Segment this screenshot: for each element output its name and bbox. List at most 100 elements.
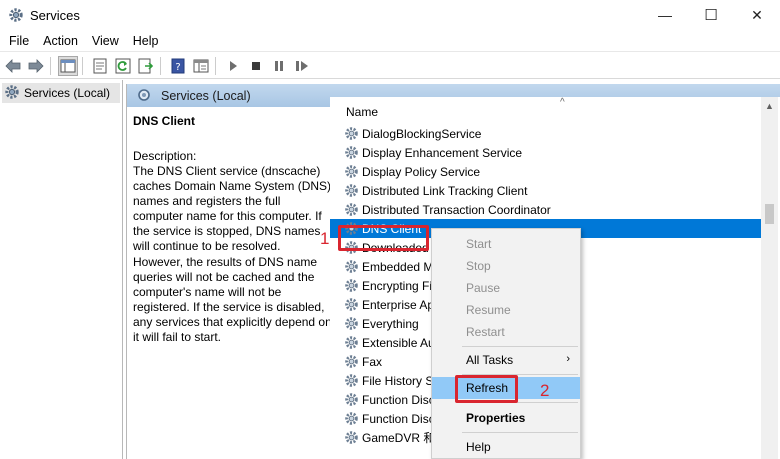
annotation-box-dns-client bbox=[338, 225, 429, 251]
annotation-step-2: 2 bbox=[540, 381, 550, 400]
service-row[interactable]: Distributed Transaction Coordinator bbox=[343, 200, 551, 219]
maximize-icon: ☐ bbox=[704, 7, 718, 24]
svg-text:?: ? bbox=[175, 62, 180, 73]
service-row[interactable]: GameDVR 和 bbox=[343, 428, 435, 447]
service-gear-icon bbox=[343, 126, 359, 142]
submenu-arrow-icon: › bbox=[566, 353, 570, 365]
restart-service-icon[interactable] bbox=[292, 56, 312, 76]
service-gear-icon bbox=[343, 202, 359, 218]
service-row[interactable]: Function Disc bbox=[343, 409, 435, 428]
menu-file[interactable]: File bbox=[0, 34, 36, 48]
selected-service-title: DNS Client bbox=[133, 114, 196, 128]
minimize-button[interactable]: — bbox=[642, 0, 688, 30]
menu-item-all-tasks-label: All Tasks bbox=[466, 353, 514, 367]
menu-item-restart[interactable]: Restart bbox=[432, 321, 580, 343]
help-icon[interactable]: ? bbox=[168, 56, 188, 76]
service-row[interactable]: Enterprise Ap bbox=[343, 295, 434, 314]
service-gear-icon bbox=[343, 183, 359, 199]
menu-separator bbox=[462, 346, 578, 347]
menu-view[interactable]: View bbox=[85, 34, 126, 48]
service-name: Function Disc bbox=[362, 392, 435, 407]
service-name: GameDVR 和 bbox=[362, 431, 436, 445]
pane-header-title: Services (Local) bbox=[161, 88, 251, 103]
maximize-button[interactable]: ☐ bbox=[688, 0, 734, 30]
gear-icon bbox=[8, 7, 24, 23]
column-header-label: Name bbox=[346, 105, 379, 119]
column-header-name[interactable]: ^ Name bbox=[330, 97, 761, 123]
extended-view-icon[interactable] bbox=[191, 56, 211, 76]
service-row[interactable]: File History Se bbox=[343, 371, 440, 390]
service-gear-icon bbox=[343, 297, 359, 313]
stop-service-icon[interactable] bbox=[246, 56, 266, 76]
toolbar: ? bbox=[0, 53, 780, 79]
service-name: DialogBlockingService bbox=[362, 126, 482, 141]
menu-bar: File Action View Help bbox=[0, 30, 780, 52]
search-gear-icon bbox=[137, 88, 153, 104]
service-row[interactable]: Display Enhancement Service bbox=[343, 143, 522, 162]
service-name: Display Policy Service bbox=[362, 164, 481, 179]
gear-icon bbox=[4, 84, 20, 103]
menu-item-start[interactable]: Start bbox=[432, 233, 580, 255]
close-button[interactable]: ✕ bbox=[734, 0, 780, 30]
service-row[interactable]: DialogBlockingService bbox=[343, 124, 481, 143]
menu-item-pause[interactable]: Pause bbox=[432, 277, 580, 299]
service-gear-icon bbox=[343, 164, 359, 180]
service-name: File History Se bbox=[362, 373, 441, 388]
sort-ascending-icon: ^ bbox=[560, 97, 565, 108]
menu-action[interactable]: Action bbox=[36, 34, 85, 48]
description-heading: Description: bbox=[133, 149, 197, 163]
menu-item-help[interactable]: Help bbox=[432, 436, 580, 458]
toolbar-separator bbox=[160, 56, 161, 75]
service-row[interactable]: Encrypting Fi bbox=[343, 276, 432, 295]
service-name: Extensible Au bbox=[362, 335, 435, 350]
refresh-icon[interactable] bbox=[113, 56, 133, 76]
back-icon[interactable] bbox=[3, 56, 23, 76]
service-gear-icon bbox=[343, 316, 359, 332]
minimize-icon: — bbox=[658, 7, 672, 23]
service-row[interactable]: Embedded M bbox=[343, 257, 433, 276]
menu-item-all-tasks[interactable]: All Tasks › bbox=[432, 349, 580, 371]
window-title: Services bbox=[30, 7, 80, 23]
service-name: Distributed Link Tracking Client bbox=[362, 183, 528, 198]
start-service-icon[interactable] bbox=[223, 56, 243, 76]
menu-item-properties[interactable]: Properties bbox=[432, 407, 580, 429]
description-text: The DNS Client service (dnscache) caches… bbox=[133, 164, 332, 345]
service-name: Display Enhancement Service bbox=[362, 145, 523, 160]
tree-item-services-local[interactable]: Services (Local) bbox=[2, 83, 120, 103]
service-gear-icon bbox=[343, 354, 359, 370]
service-row[interactable]: Function Disc bbox=[343, 390, 435, 409]
service-row[interactable]: Fax bbox=[343, 352, 382, 371]
service-row[interactable]: Display Policy Service bbox=[343, 162, 480, 181]
show-console-tree-icon[interactable] bbox=[58, 55, 78, 76]
service-name: Function Disc bbox=[362, 411, 435, 426]
service-gear-icon bbox=[343, 430, 359, 446]
service-row[interactable]: Distributed Link Tracking Client bbox=[343, 181, 527, 200]
vertical-scrollbar[interactable]: ▲ bbox=[761, 97, 778, 459]
service-gear-icon bbox=[343, 392, 359, 408]
export-list-icon[interactable] bbox=[136, 56, 156, 76]
context-menu: Start Stop Pause Resume Restart All Task… bbox=[431, 228, 581, 459]
service-row[interactable]: Extensible Au bbox=[343, 333, 435, 352]
pause-service-icon[interactable] bbox=[269, 56, 289, 76]
service-name: Everything bbox=[362, 316, 419, 331]
annotation-step-1: 1 bbox=[320, 229, 330, 248]
toolbar-separator bbox=[215, 56, 216, 75]
menu-help[interactable]: Help bbox=[126, 34, 166, 48]
service-gear-icon bbox=[343, 335, 359, 351]
scroll-up-arrow-icon[interactable]: ▲ bbox=[765, 101, 774, 111]
properties-icon[interactable] bbox=[90, 56, 110, 76]
service-gear-icon bbox=[343, 278, 359, 294]
toolbar-separator bbox=[82, 56, 83, 75]
scrollbar-thumb[interactable] bbox=[765, 204, 774, 224]
close-icon: ✕ bbox=[751, 6, 763, 23]
toolbar-separator bbox=[50, 56, 51, 75]
menu-item-resume[interactable]: Resume bbox=[432, 299, 580, 321]
service-gear-icon bbox=[343, 411, 359, 427]
service-gear-icon bbox=[343, 145, 359, 161]
service-name: Distributed Transaction Coordinator bbox=[362, 202, 551, 217]
forward-icon[interactable] bbox=[26, 56, 46, 76]
service-name: Fax bbox=[362, 354, 383, 369]
menu-item-stop[interactable]: Stop bbox=[432, 255, 580, 277]
service-row[interactable]: Everything bbox=[343, 314, 419, 333]
title-bar: Services — ☐ ✕ bbox=[0, 0, 780, 30]
